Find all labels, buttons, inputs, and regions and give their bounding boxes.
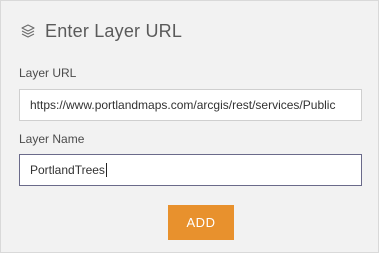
layer-name-value: PortlandTrees bbox=[30, 163, 105, 177]
add-button[interactable]: ADD bbox=[168, 205, 234, 240]
panel-title: Enter Layer URL bbox=[45, 20, 183, 41]
layer-url-input[interactable]: https://www.portlandmaps.com/arcgis/rest… bbox=[19, 89, 362, 121]
text-caret bbox=[105, 163, 107, 177]
layers-icon bbox=[19, 22, 37, 40]
layer-name-input[interactable]: PortlandTrees bbox=[19, 154, 362, 186]
layer-url-value: https://www.portlandmaps.com/arcgis/rest… bbox=[30, 98, 336, 112]
layer-url-label: Layer URL bbox=[19, 66, 77, 80]
layer-name-label: Layer Name bbox=[19, 132, 85, 146]
panel-header: Enter Layer URL bbox=[19, 19, 182, 43]
enter-layer-url-panel: Enter Layer URL Layer URL https://www.po… bbox=[0, 0, 379, 253]
